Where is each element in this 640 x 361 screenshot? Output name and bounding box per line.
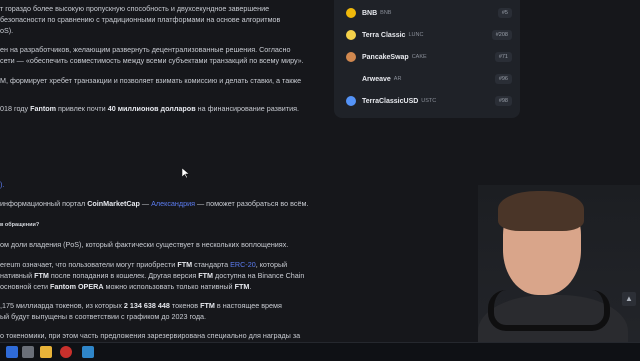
article-line: нативный FTM после попадания в кошелек. … [0,271,305,280]
coin-rank-badge: #98 [494,96,512,106]
coin-symbol: LUNC [408,32,424,38]
headphones [488,290,610,331]
article-line: 018 году Fantom привлек почти 40 миллион… [0,104,300,113]
coin-name: Arweave [362,75,391,83]
folder-icon[interactable] [40,346,52,358]
start-icon[interactable] [6,346,18,358]
article-line: M, формирует хребет транзакции и позволя… [0,76,302,85]
article-line: информационный портал CoinMarketCap — Ал… [0,199,309,208]
arweave-icon [346,74,356,84]
alexandria-link[interactable]: Александрия [151,199,195,208]
app-icon[interactable] [82,346,94,358]
erc20-link[interactable]: ERC-20 [230,260,256,269]
coin-row-cake[interactable]: PancakeSwap CAKE #71 [346,50,512,64]
article-line: о токеномики, при этом часть предложения… [0,331,301,340]
webcam-overlay [478,185,640,360]
search-icon[interactable] [22,346,34,358]
coin-symbol: USTC [421,98,437,104]
pancakeswap-icon [346,52,356,62]
bnb-icon [346,8,356,18]
article-line: ,175 миллиарда токенов, из которых 2 134… [0,301,282,310]
coin-row-bnb[interactable]: BNB BNB #5 [346,6,512,20]
coin-row-ustc[interactable]: TerraClassicUSD USTC #98 [346,94,512,108]
article-line: ен на разработчиков, желающим развернуть… [0,45,291,54]
coin-rank-badge: #5 [497,8,512,18]
article-content: т гораздо более высокую пропускную спосо… [0,0,330,342]
coin-row-ar[interactable]: Arweave AR #96 [346,72,512,86]
article-line: ый будут выпущены в соответствии с графи… [0,312,207,321]
related-coins-panel: BNB BNB #5 Terra Classic LUNC #208 Panca… [334,0,520,118]
article-line: ом доли владения (PoS), который фактичес… [0,240,289,249]
coin-symbol: BNB [380,10,392,16]
article-line: основной сети Fantom OPERA можно использ… [0,282,252,291]
article-line: сети — «обеспечить совместимость между в… [0,56,304,65]
coin-rank-badge: #208 [491,30,512,40]
coin-symbol: AR [393,76,402,82]
subheading: в обращении? [0,222,40,228]
terraclassicusd-icon [346,96,356,106]
article-line: ). [0,180,5,189]
coin-name: PancakeSwap [362,53,409,61]
coin-name: TerraClassicUSD [362,97,419,105]
taskbar [0,342,640,361]
coin-name: BNB [362,9,378,17]
coin-rank-badge: #71 [494,52,512,62]
coin-rank-badge: #96 [494,74,512,84]
coin-row-lunc[interactable]: Terra Classic LUNC #208 [346,28,512,42]
article-line: т гораздо более высокую пропускную спосо… [0,4,270,13]
article-line: безопасности по сравнению с традиционным… [0,15,281,24]
coin-symbol: CAKE [411,54,427,60]
person-hair [498,191,584,231]
article-line: oS). [0,26,14,35]
coin-name: Terra Classic [362,31,406,39]
article-line: ereum означает, что пользователи могут п… [0,260,288,269]
terra-classic-icon [346,30,356,40]
browser-icon[interactable] [60,346,72,358]
scroll-to-top-button[interactable]: ▲ [622,292,636,306]
